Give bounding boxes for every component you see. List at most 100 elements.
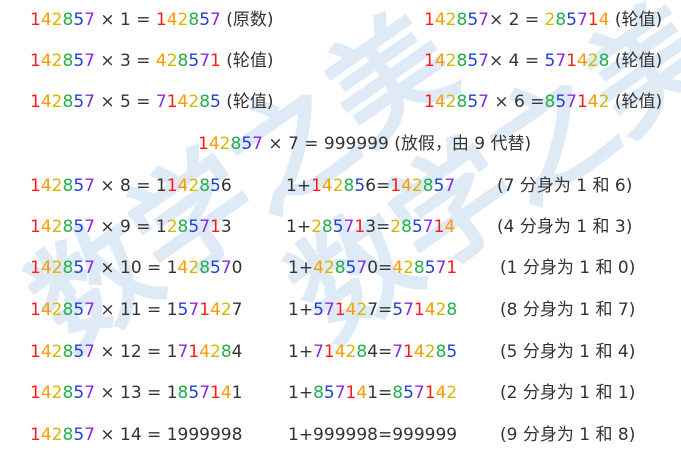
- colored-digit: 5: [332, 217, 344, 237]
- colored-digit: 5: [241, 134, 253, 154]
- colored-digit: 5: [345, 258, 357, 278]
- plain-text: 1+: [288, 258, 314, 278]
- line-x13-sum: 1+857141=857142: [288, 382, 457, 404]
- plain-text: (轮值): [609, 51, 663, 71]
- line-x7: 142857 × 7 = 999999 (放假，由 9 代替): [198, 133, 531, 155]
- colored-digit: 5: [199, 10, 211, 30]
- colored-digit: 1: [390, 176, 402, 196]
- colored-digit: 4: [434, 92, 446, 112]
- colored-digit: 1: [30, 10, 41, 30]
- colored-digit: 5: [555, 92, 567, 112]
- colored-digit: 4: [220, 383, 232, 403]
- plain-text: (4 分身为 1 和 3): [497, 217, 633, 237]
- colored-digit: 1: [413, 300, 425, 320]
- line-x8-product: 142857 × 8 = 1142856: [30, 175, 232, 197]
- colored-digit: 1: [433, 217, 445, 237]
- colored-digit: 8: [220, 342, 232, 362]
- colored-digit: 2: [51, 383, 63, 403]
- plain-text: 3=: [365, 217, 391, 237]
- colored-digit: 5: [73, 92, 85, 112]
- plain-text: 1+: [288, 300, 314, 320]
- colored-digit: 5: [73, 10, 85, 30]
- plain-text: × 10 = 1: [94, 258, 178, 278]
- colored-digit: 4: [177, 258, 189, 278]
- colored-digit: 1: [576, 92, 588, 112]
- colored-digit: 5: [177, 300, 189, 320]
- colored-digit: 5: [73, 51, 85, 71]
- colored-digit: 1: [199, 300, 211, 320]
- colored-digit: 7: [252, 134, 263, 154]
- plain-text: (1 分身为 1 和 0): [500, 258, 636, 278]
- colored-digit: 2: [177, 10, 189, 30]
- line-x10-product: 142857 × 10 = 1428570: [30, 257, 243, 279]
- colored-digit: 8: [413, 258, 425, 278]
- colored-digit: 8: [199, 92, 211, 112]
- colored-digit: 2: [390, 217, 402, 237]
- colored-digit: 5: [73, 425, 85, 445]
- colored-digit: 7: [323, 300, 335, 320]
- plain-text: 6: [220, 176, 232, 196]
- plain-text: (5 分身为 1 和 4): [500, 342, 636, 362]
- colored-digit: 4: [444, 217, 456, 237]
- plain-text: × 13 = 1: [94, 383, 178, 403]
- colored-digit: 7: [84, 258, 95, 278]
- line-x9-product: 142857 × 9 = 1285713: [30, 216, 232, 238]
- colored-digit: 2: [411, 176, 423, 196]
- colored-digit: 1: [210, 383, 221, 403]
- colored-digit: 7: [478, 10, 489, 30]
- colored-digit: 8: [62, 92, 74, 112]
- colored-digit: 8: [188, 10, 200, 30]
- colored-digit: 7: [478, 51, 489, 71]
- colored-digit: 7: [155, 92, 167, 112]
- plain-text: 1: [231, 383, 243, 403]
- plain-text: × 6 =: [488, 92, 545, 112]
- colored-digit: 7: [343, 217, 355, 237]
- colored-digit: 1: [424, 51, 435, 71]
- plain-text: (原数): [220, 10, 274, 30]
- colored-digit: 5: [467, 51, 479, 71]
- line-x12-product: 142857 × 12 = 1714284: [30, 341, 243, 363]
- colored-digit: 4: [40, 300, 52, 320]
- colored-digit: 8: [230, 134, 242, 154]
- colored-digit: 5: [323, 383, 335, 403]
- colored-digit: 2: [446, 383, 458, 403]
- line-x6: 142857 × 6 =857142 (轮值): [424, 91, 662, 113]
- colored-digit: 7: [444, 176, 456, 196]
- colored-digit: 8: [62, 258, 74, 278]
- line-x10-note: (1 分身为 1 和 0): [500, 257, 635, 279]
- colored-digit: 1: [30, 51, 41, 71]
- colored-digit: 5: [73, 342, 85, 362]
- colored-digit: 8: [62, 300, 74, 320]
- colored-digit: 8: [177, 383, 189, 403]
- multiplication-table: 142857 × 1 = 142857 (原数) 142857× 2 = 285…: [0, 0, 681, 464]
- colored-digit: 8: [422, 176, 434, 196]
- colored-digit: 4: [40, 92, 52, 112]
- colored-digit: 1: [323, 342, 335, 362]
- colored-digit: 2: [345, 342, 357, 362]
- colored-digit: 7: [313, 342, 324, 362]
- plain-text: (7 分身为 1 和 6): [497, 176, 633, 196]
- line-x5: 142857 × 5 = 714285 (轮值): [30, 91, 274, 113]
- colored-digit: 7: [356, 258, 368, 278]
- colored-digit: 2: [51, 258, 63, 278]
- colored-digit: 1: [30, 217, 41, 237]
- colored-digit: 8: [62, 217, 74, 237]
- colored-digit: 8: [199, 258, 211, 278]
- plain-text: 3: [220, 217, 232, 237]
- colored-digit: 5: [188, 217, 200, 237]
- colored-digit: 2: [356, 300, 368, 320]
- plain-text: × 7 = 999999 (放假，由 9 代替): [262, 134, 532, 154]
- line-x14-product: 142857 × 14 = 1999998: [30, 424, 242, 446]
- plain-text: × 5 =: [94, 92, 156, 112]
- colored-digit: 2: [51, 51, 63, 71]
- line-x14-note: (9 分身为 1 和 8): [500, 424, 635, 446]
- colored-digit: 5: [313, 300, 324, 320]
- plain-text: 1+: [288, 342, 314, 362]
- plain-text: × 14 = 1999998: [94, 425, 243, 445]
- colored-digit: 2: [403, 258, 414, 278]
- plain-text: 6=: [365, 176, 391, 196]
- colored-digit: 1: [311, 176, 322, 196]
- plain-text: (轮值): [609, 92, 663, 112]
- plain-text: × 12 = 1: [94, 342, 178, 362]
- colored-digit: 1: [155, 10, 167, 30]
